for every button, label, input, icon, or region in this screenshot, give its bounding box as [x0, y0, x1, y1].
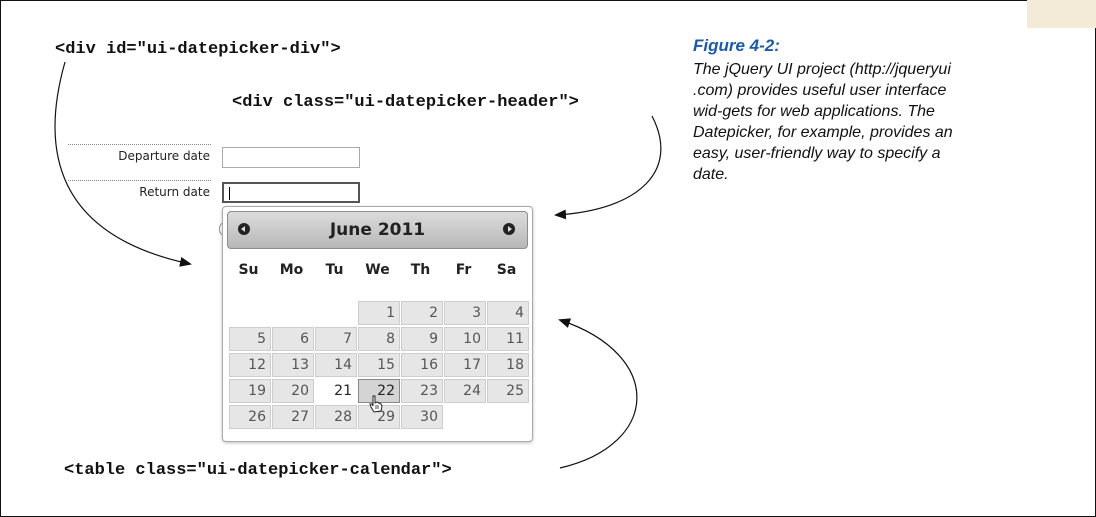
arrow-div-to-popup [54, 61, 192, 267]
arrow-table-to-popup [558, 318, 638, 469]
callout-arrows [54, 61, 662, 469]
arrow-header-to-popup [554, 115, 662, 220]
